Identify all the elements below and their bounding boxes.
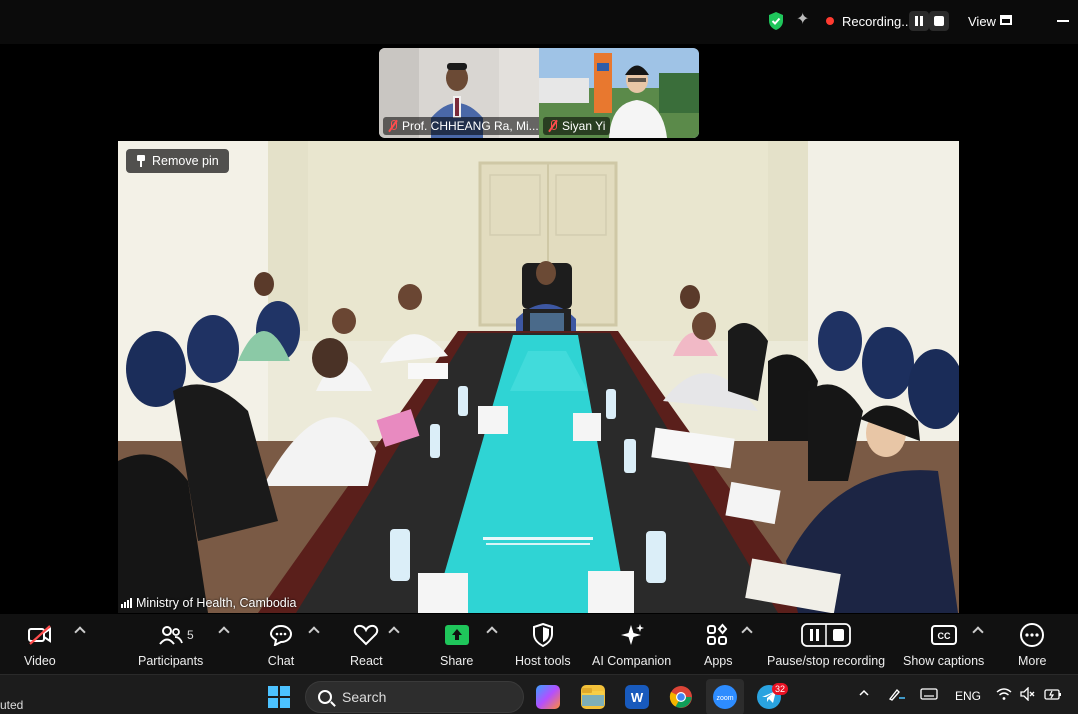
svg-text:zoom: zoom <box>716 695 733 702</box>
participants-options-caret[interactable] <box>218 626 230 638</box>
svg-text:W: W <box>631 690 644 705</box>
recording-label: Recording... <box>842 14 913 29</box>
battery-icon[interactable] <box>1044 687 1062 704</box>
ai-companion-button[interactable]: AI Companion <box>592 622 671 668</box>
more-dots-icon <box>1018 622 1046 648</box>
host-tools-button[interactable]: Host tools <box>515 622 571 668</box>
telegram-unread-badge: 32 <box>772 683 789 695</box>
volume-muted-icon[interactable] <box>1020 686 1036 704</box>
pause-recording-button[interactable] <box>909 11 929 31</box>
pause-stop-recording-button[interactable]: Pause/stop recording <box>767 622 885 668</box>
react-button[interactable]: React <box>350 622 383 668</box>
video-button[interactable]: Video <box>24 622 56 668</box>
host-shield-icon <box>529 622 557 648</box>
apps-options-caret[interactable] <box>741 626 753 638</box>
language-indicator[interactable]: ENG <box>955 689 981 703</box>
meeting-top-bar: ✦ Recording... View <box>0 0 1078 44</box>
share-button[interactable]: Share <box>440 622 473 668</box>
recording-indicator-icon <box>826 17 834 25</box>
windows-taskbar: uted Search W zoom 32 ENG <box>0 674 1078 714</box>
mic-muted-icon <box>388 120 398 132</box>
view-grid-icon[interactable] <box>1000 15 1012 25</box>
participants-icon <box>157 622 185 648</box>
zoom-app-icon[interactable]: zoom <box>713 685 737 709</box>
ai-sparkle-icon[interactable]: ✦ <box>796 11 814 29</box>
encryption-shield-icon[interactable] <box>767 11 785 31</box>
show-captions-button[interactable]: CC Show captions <box>903 622 984 668</box>
minimize-button[interactable] <box>1057 20 1069 22</box>
windows-start-icon[interactable] <box>268 686 290 708</box>
stop-recording-button[interactable] <box>929 11 949 31</box>
search-icon <box>318 690 332 704</box>
taskbar-status-text: uted <box>0 698 24 712</box>
file-explorer-icon[interactable] <box>581 685 605 709</box>
pinned-participant-name: Ministry of Health, Cambodia <box>121 596 296 610</box>
ai-sparkle-icon <box>618 622 646 648</box>
apps-icon <box>704 622 732 648</box>
copilot-app-icon[interactable] <box>536 685 560 709</box>
pinned-video[interactable] <box>118 141 959 613</box>
captions-cc-icon: CC <box>930 622 958 648</box>
pen-ink-icon[interactable] <box>887 686 907 705</box>
pin-icon <box>136 155 146 167</box>
remove-pin-button[interactable]: Remove pin <box>126 149 229 173</box>
share-options-caret[interactable] <box>486 626 498 638</box>
meeting-controls-toolbar: Video Participants 5 Chat React Share Ho… <box>0 614 1078 674</box>
more-button[interactable]: More <box>1018 622 1046 668</box>
participant-video-tile[interactable]: Prof. CHHEANG Ra, Mi... <box>379 48 539 138</box>
keyboard-icon[interactable] <box>920 688 938 703</box>
chat-icon <box>267 622 295 648</box>
react-options-caret[interactable] <box>388 626 400 638</box>
participants-count: 5 <box>187 628 194 642</box>
video-off-icon <box>26 622 54 648</box>
participant-name-label: Siyan Yi <box>543 117 611 135</box>
show-hidden-icons-caret[interactable] <box>858 687 870 702</box>
chrome-app-icon[interactable] <box>669 685 693 709</box>
participant-name-label: Prof. CHHEANG Ra, Mi... <box>383 117 539 135</box>
wifi-icon[interactable] <box>996 687 1012 704</box>
heart-icon <box>352 622 380 648</box>
signal-strength-icon <box>121 598 132 608</box>
apps-button[interactable]: Apps <box>704 622 733 668</box>
chat-button[interactable]: Chat <box>267 622 295 668</box>
chat-options-caret[interactable] <box>308 626 320 638</box>
word-app-icon[interactable]: W <box>625 685 649 709</box>
share-screen-icon <box>443 622 471 648</box>
recording-controls-icon <box>801 622 851 648</box>
svg-text:CC: CC <box>937 631 950 641</box>
meeting-room-video-feed <box>118 141 959 613</box>
view-button[interactable]: View <box>968 14 996 29</box>
participant-video-tile[interactable]: Siyan Yi <box>539 48 699 138</box>
mic-muted-icon <box>548 120 558 132</box>
taskbar-search-input[interactable]: Search <box>305 681 524 713</box>
video-options-caret[interactable] <box>74 626 86 638</box>
